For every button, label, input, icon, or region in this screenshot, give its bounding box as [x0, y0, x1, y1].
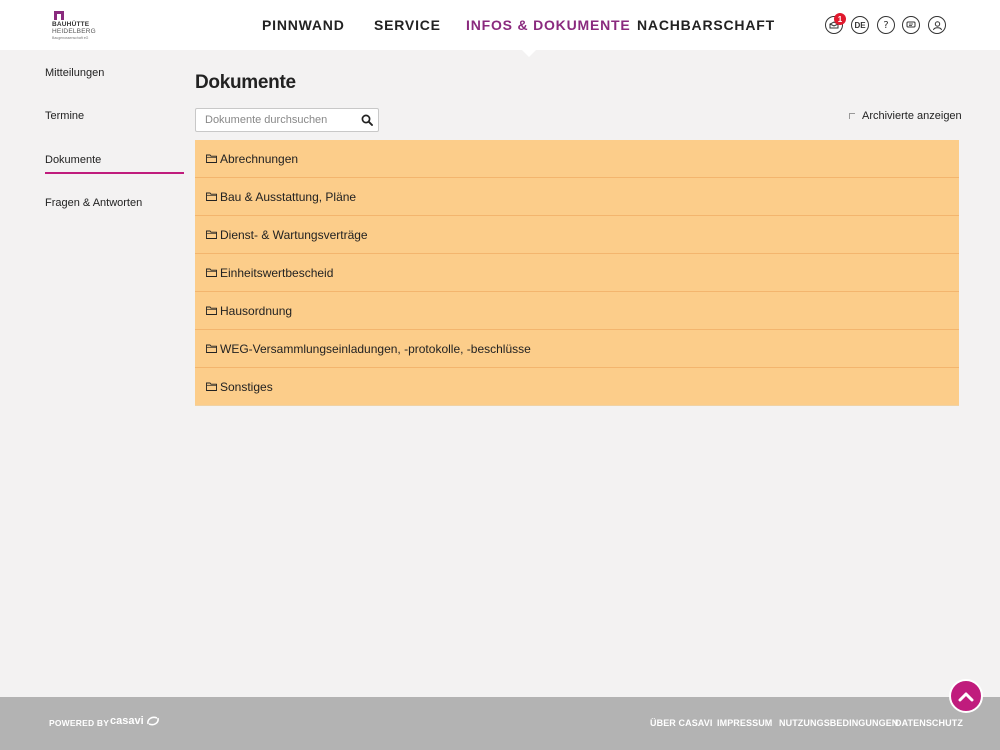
folder-icon	[206, 192, 217, 201]
folder-name: Bau & Ausstattung, Pläne	[220, 189, 357, 204]
search-input[interactable]	[196, 109, 356, 131]
archived-checkbox[interactable]	[849, 112, 855, 119]
logo-line-3: Baugenossenschaft eG	[52, 36, 89, 40]
casavi-wordmark: casavi	[110, 715, 144, 727]
folder-name: Dienst- & Wartungsverträge	[220, 227, 368, 242]
footer-link-impressum[interactable]: IMPRESSUM	[717, 718, 772, 728]
folder-icon	[206, 306, 217, 315]
nav-active-pointer	[522, 50, 536, 57]
document-search	[195, 108, 379, 132]
user-icon[interactable]	[928, 16, 946, 34]
nav-infos-dokumente[interactable]: INFOS & DOKUMENTE	[466, 17, 631, 33]
casavi-logo[interactable]: casavi	[110, 715, 160, 727]
notification-badge: 1	[834, 13, 846, 25]
sidebar-item-fragen-antworten[interactable]: Fragen & Antworten	[45, 197, 184, 209]
folder-row[interactable]: Hausordnung	[195, 292, 959, 330]
folder-name: Einheitswertbescheid	[220, 265, 334, 280]
casavi-mark-icon	[146, 716, 159, 726]
nav-nachbarschaft[interactable]: NACHBARSCHAFT	[637, 17, 775, 33]
folder-row[interactable]: Sonstiges	[195, 368, 959, 406]
footer: POWERED BY casavi ÜBER CASAVI IMPRESSUM …	[0, 697, 1000, 750]
folder-name: Hausordnung	[220, 303, 293, 318]
folder-name: WEG-Versammlungseinladungen, -protokolle…	[220, 341, 531, 356]
logo-mark-icon	[54, 11, 64, 20]
folder-list: Abrechnungen Bau & Ausstattung, Pläne Di…	[195, 140, 959, 406]
page-title: Dokumente	[195, 72, 296, 93]
top-header: BAUHÜTTE HEIDELBERG Baugenossenschaft eG…	[0, 0, 1000, 50]
logo-line-1: BAUHÜTTE	[52, 21, 90, 28]
folder-icon	[206, 268, 217, 277]
folder-icon	[206, 382, 217, 391]
folder-row[interactable]: Einheitswertbescheid	[195, 254, 959, 292]
bauhuette-logo[interactable]: BAUHÜTTE HEIDELBERG Baugenossenschaft eG	[52, 11, 100, 41]
help-icon[interactable]: ?	[877, 16, 895, 34]
footer-link-nutzungsbedingungen[interactable]: NUTZUNGSBEDINGUNGEN	[779, 718, 898, 728]
folder-row[interactable]: Abrechnungen	[195, 140, 959, 178]
language-icon[interactable]: DE	[851, 16, 869, 34]
nav-pinnwand[interactable]: PINNWAND	[262, 17, 345, 33]
folder-name: Sonstiges	[220, 379, 273, 394]
powered-by-label: POWERED BY	[49, 718, 110, 728]
folder-icon	[206, 154, 217, 163]
search-icon[interactable]	[361, 114, 373, 126]
footer-link-ueber-casavi[interactable]: ÜBER CASAVI	[650, 718, 712, 728]
sidebar-item-dokumente[interactable]: Dokumente	[45, 154, 184, 174]
archived-label: Archivierte anzeigen	[862, 110, 962, 122]
folder-name: Abrechnungen	[220, 151, 299, 166]
chevron-up-icon	[958, 692, 974, 701]
nav-service[interactable]: SERVICE	[374, 17, 441, 33]
folder-row[interactable]: Dienst- & Wartungsverträge	[195, 216, 959, 254]
footer-link-datenschutz[interactable]: DATENSCHUTZ	[895, 718, 963, 728]
logo-line-2: HEIDELBERG	[52, 28, 96, 35]
folder-icon	[206, 344, 217, 353]
folder-row[interactable]: Bau & Ausstattung, Pläne	[195, 178, 959, 216]
sidebar-item-mitteilungen[interactable]: Mitteilungen	[45, 67, 184, 79]
folder-row[interactable]: WEG-Versammlungseinladungen, -protokolle…	[195, 330, 959, 368]
scroll-to-top-button[interactable]	[949, 679, 983, 713]
chat-icon[interactable]	[902, 16, 920, 34]
sidebar-item-termine[interactable]: Termine	[45, 110, 184, 122]
folder-icon	[206, 230, 217, 239]
show-archived-toggle[interactable]: Archivierte anzeigen	[849, 110, 962, 122]
